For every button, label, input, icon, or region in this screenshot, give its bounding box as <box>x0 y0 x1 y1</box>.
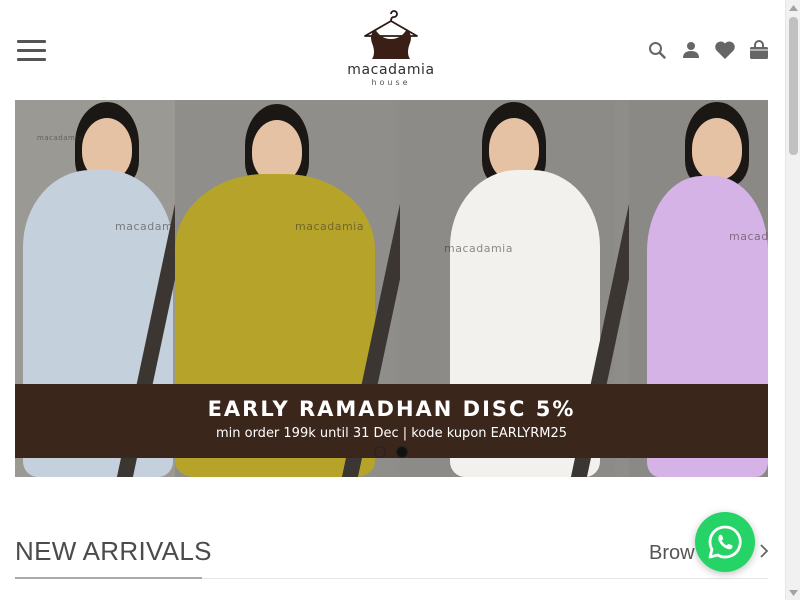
scroll-down-arrow-icon[interactable] <box>786 585 800 600</box>
search-icon[interactable] <box>646 39 668 61</box>
watermark-text: macadamia <box>729 230 768 243</box>
section-title-underline <box>15 577 202 579</box>
user-icon[interactable] <box>680 39 702 61</box>
whatsapp-chat-button[interactable] <box>695 512 755 572</box>
vertical-scrollbar[interactable] <box>785 0 800 600</box>
scrollbar-thumb[interactable] <box>789 17 798 155</box>
brand-subtitle: house <box>371 78 411 87</box>
scroll-up-arrow-icon[interactable] <box>786 0 800 15</box>
hero-banner[interactable]: macadamia macadamia macadamia macadamia … <box>15 100 768 477</box>
hanger-dress-icon <box>364 10 418 59</box>
promo-subline: min order 199k until 31 Dec | kode kupon… <box>215 426 568 441</box>
section-title: NEW ARRIVALS <box>15 536 212 566</box>
slider-dots <box>374 446 408 458</box>
site-header: macadamia house <box>0 0 785 100</box>
shopping-bag-icon[interactable] <box>748 39 770 61</box>
watermark-logo: macadamia <box>37 134 83 142</box>
watermark-text: macadamia <box>444 242 513 255</box>
browse-link[interactable]: Brow <box>649 541 695 565</box>
slider-dot-2[interactable] <box>396 446 408 458</box>
whatsapp-icon <box>708 525 742 559</box>
header-actions <box>646 38 770 62</box>
hamburger-menu-icon[interactable] <box>17 38 46 62</box>
watermark-text: macadamia <box>295 220 364 233</box>
heart-icon[interactable] <box>714 39 736 61</box>
promo-headline: EARLY RAMADHAN DISC 5% <box>207 397 576 421</box>
chevron-right-icon[interactable] <box>758 542 770 565</box>
brand-name: macadamia <box>347 62 435 78</box>
slider-dot-1[interactable] <box>374 446 386 458</box>
brand-logo[interactable]: macadamia house <box>340 10 442 92</box>
page: macadamia house macadamia macadamia maca… <box>0 0 785 600</box>
